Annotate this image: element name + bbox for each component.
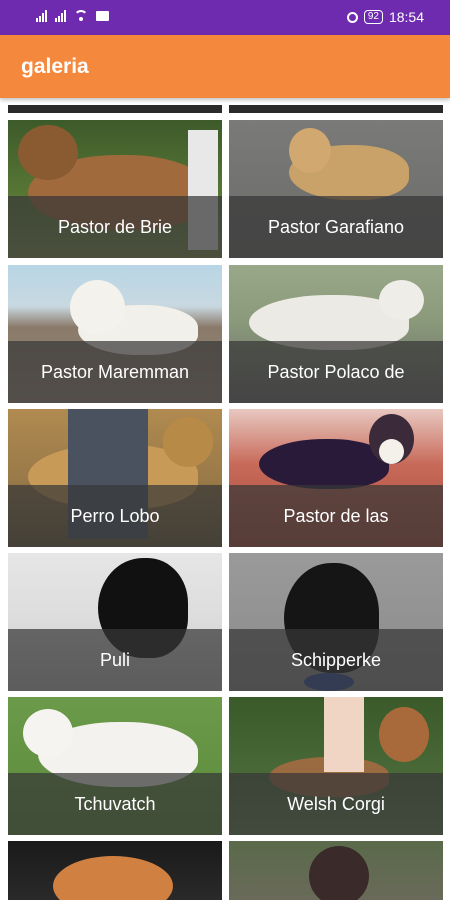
gallery-item-partial[interactable] bbox=[229, 841, 443, 900]
gallery-item-pastor-garafiano[interactable]: Pastor Garafiano bbox=[229, 120, 443, 258]
wifi-icon bbox=[74, 10, 88, 22]
gallery-item-partial bbox=[8, 105, 222, 113]
status-time: 18:54 bbox=[388, 9, 424, 25]
gallery-item-perro-lobo[interactable]: Perro Lobo bbox=[8, 409, 222, 547]
gallery-item-caption: Schipperke bbox=[229, 629, 443, 691]
gallery-item-caption: Puli bbox=[8, 629, 222, 691]
status-bar: 92 18:54 bbox=[0, 0, 450, 35]
gallery-item-caption: Pastor Garafiano bbox=[229, 196, 443, 258]
gallery-item-schipperke[interactable]: Schipperke bbox=[229, 553, 443, 691]
gallery-item-pastor-polaco-de[interactable]: Pastor Polaco de bbox=[229, 265, 443, 403]
gallery-item-welsh-corgi[interactable]: Welsh Corgi bbox=[229, 697, 443, 835]
dog-photo bbox=[8, 841, 222, 900]
gallery-item-caption: Tchuvatch bbox=[8, 773, 222, 835]
gallery-item-partial[interactable] bbox=[8, 841, 222, 900]
page-title: galeria bbox=[21, 55, 89, 78]
dog-photo bbox=[229, 841, 443, 900]
gallery-item-pastor-de-las[interactable]: Pastor de las bbox=[229, 409, 443, 547]
battery-indicator: 92 bbox=[363, 10, 383, 24]
gallery-item-partial bbox=[229, 105, 443, 113]
alarm-icon bbox=[346, 11, 358, 23]
gallery-item-puli[interactable]: Puli bbox=[8, 553, 222, 691]
gallery-item-caption: Pastor de las bbox=[229, 485, 443, 547]
gallery-item-pastor-de-brie[interactable]: Pastor de Brie bbox=[8, 120, 222, 258]
gallery-item-caption: Pastor Polaco de bbox=[229, 341, 443, 403]
gallery-grid[interactable]: Pastor de Brie Pastor Garafiano Pastor M… bbox=[0, 99, 450, 900]
signal-icon-2 bbox=[55, 10, 66, 22]
gallery-item-tchuvatch[interactable]: Tchuvatch bbox=[8, 697, 222, 835]
gallery-item-pastor-maremman[interactable]: Pastor Maremman bbox=[8, 265, 222, 403]
signal-icon bbox=[36, 10, 47, 22]
gallery-item-caption: Welsh Corgi bbox=[229, 773, 443, 835]
app-bar: galeria bbox=[0, 35, 450, 98]
gallery-item-caption: Pastor Maremman bbox=[8, 341, 222, 403]
mail-icon bbox=[96, 11, 109, 21]
gallery-item-caption: Pastor de Brie bbox=[8, 196, 222, 258]
gallery-item-caption: Perro Lobo bbox=[8, 485, 222, 547]
